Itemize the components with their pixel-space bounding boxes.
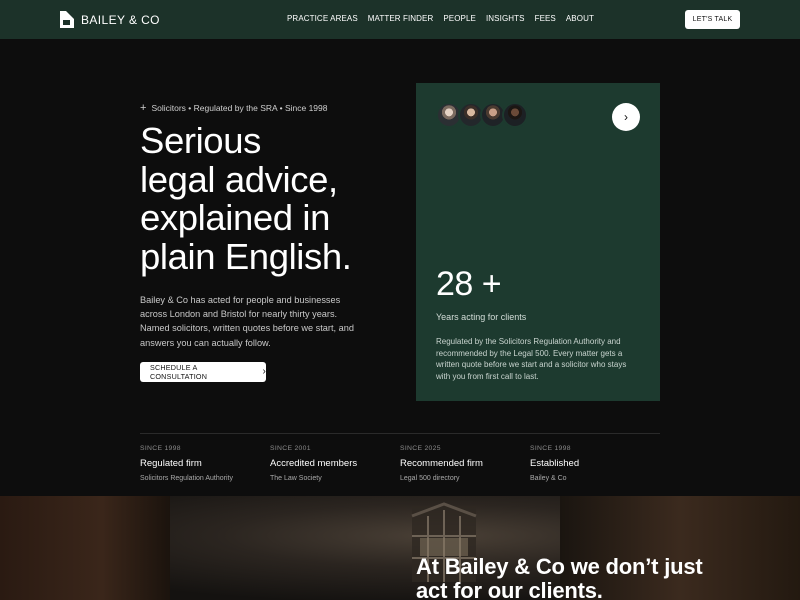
credential-item: SINCE 1998 Regulated firm Solicitors Reg… [140,445,270,482]
logo-mark-icon [60,11,74,28]
headline-line: Serious [140,120,261,161]
credentials-row: SINCE 1998 Regulated firm Solicitors Reg… [140,445,660,482]
credential-since: SINCE 1998 [530,445,571,452]
about-heading: At Bailey & Co we don’t just act for our… [416,554,703,600]
headline-line: legal advice, [140,158,338,200]
credential-item: SINCE 2001 Accredited members The Law So… [270,445,400,482]
chevron-right-icon: › [624,110,628,124]
credential-source: Legal 500 directory [400,475,460,482]
wood-panel-left [0,496,170,600]
credential-source: The Law Society [270,475,322,482]
credential-item: SINCE 1998 Established Bailey & Co [530,445,660,482]
years-stat: 28 + [436,265,502,303]
section-divider [140,433,660,434]
headline-line: explained in [140,197,331,238]
credential-title: Recommended firm [400,458,483,469]
years-stat-label: Years acting for clients [436,312,527,322]
lets-talk-button[interactable]: LET'S TALK [685,10,740,29]
schedule-consultation-label: SCHEDULE A CONSULTATION [150,363,208,381]
credential-source: Solicitors Regulation Authority [140,475,233,482]
hero-eyebrow: + Solicitors • Regulated by the SRA • Si… [140,102,328,114]
avatar[interactable] [502,102,528,128]
nav-item-practice-areas[interactable]: PRACTICE AREAS [287,14,358,23]
top-nav: BAILEY & CO PRACTICE AREAS MATTER FINDER… [0,0,800,39]
credential-title: Accredited members [270,458,358,469]
nav-item-matter-finder[interactable]: MATTER FINDER [368,14,434,23]
main-menu: PRACTICE AREAS MATTER FINDER PEOPLE INSI… [287,14,594,23]
nav-item-fees[interactable]: FEES [535,14,556,23]
credential-since: SINCE 2001 [270,445,311,452]
credential-since: SINCE 2025 [400,445,441,452]
nav-item-people[interactable]: PEOPLE [443,14,476,23]
brand-logo[interactable]: BAILEY & CO [60,11,160,28]
eyebrow-text: Solicitors • Regulated by the SRA • Sinc… [151,103,328,113]
card-description: Regulated by the Solicitors Regulation A… [436,337,627,381]
hero-headline: Serious legal advice, explained in plain… [140,120,400,277]
credential-item: SINCE 2025 Recommended firm Legal 500 di… [400,445,530,482]
card-next-button[interactable]: › [612,103,640,131]
team-avatars [436,102,528,128]
stat-card: › 28 + Years acting for clients Regulate… [416,83,660,401]
chevron-right-icon: › [262,366,266,377]
brand-name: BAILEY & CO [81,12,160,27]
credential-title: Established [530,458,580,469]
schedule-consultation-button[interactable]: SCHEDULE A CONSULTATION › [140,362,266,382]
credential-title: Regulated firm [140,458,202,469]
nav-item-about[interactable]: ABOUT [566,14,594,23]
credential-source: Bailey & Co [530,475,567,482]
hero-intro: Bailey & Co has acted for people and bus… [140,295,354,348]
credential-since: SINCE 1998 [140,445,181,452]
nav-item-insights[interactable]: INSIGHTS [486,14,525,23]
plus-icon: + [140,102,147,114]
headline-line: plain English. [140,235,352,277]
